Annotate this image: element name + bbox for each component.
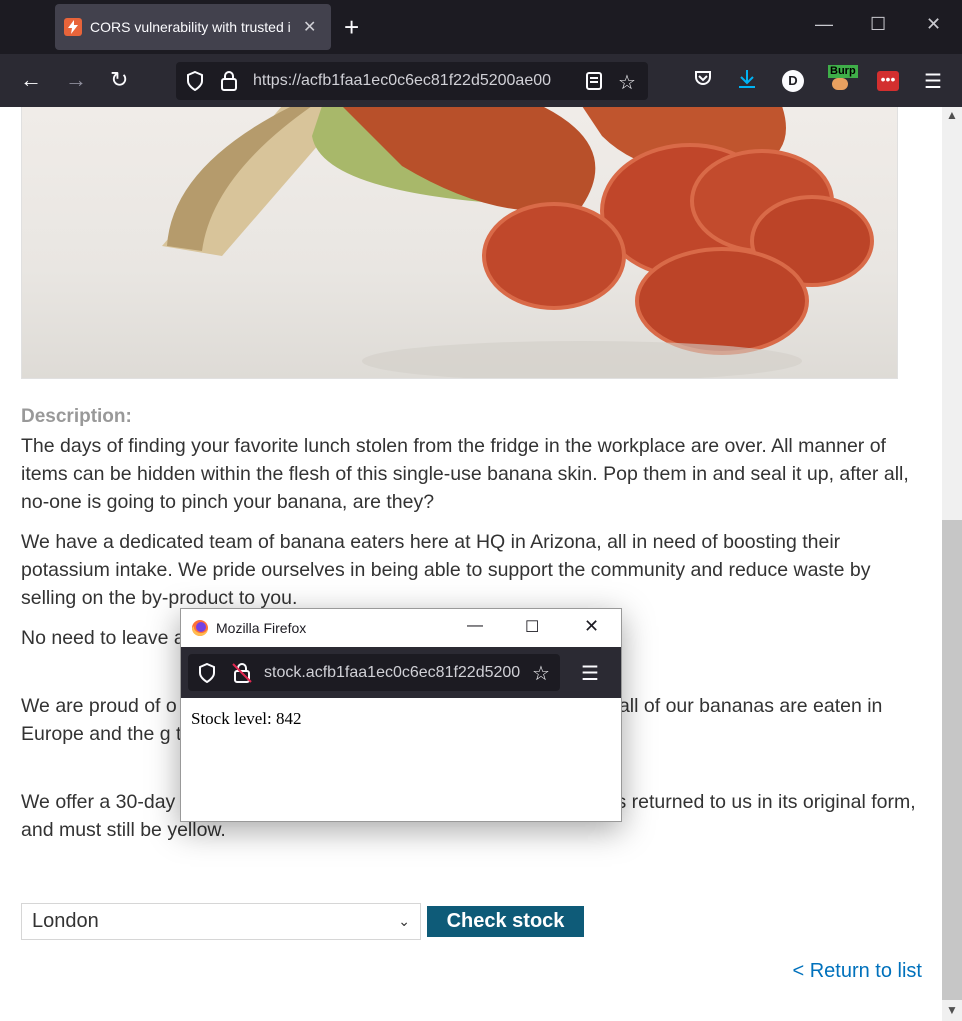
popup-window-title: Mozilla Firefox	[216, 620, 307, 636]
shield-icon[interactable]	[198, 662, 216, 688]
browser-titlebar: CORS vulnerability with trusted i ✕ + — …	[0, 0, 962, 54]
burp-badge: Burp	[828, 65, 858, 78]
popup-url-field[interactable]: stock.acfb1faa1ec0c6ec81f22d5200 ☆	[188, 654, 560, 691]
popup-address-bar: stock.acfb1faa1ec0c6ec81f22d5200 ☆ ☰	[181, 647, 621, 698]
insecure-lock-icon[interactable]	[232, 662, 252, 689]
hamburger-menu-icon[interactable]: ☰	[924, 69, 942, 94]
return-to-list-link[interactable]: < Return to list	[792, 960, 922, 983]
description-label: Description:	[21, 406, 132, 427]
store-select[interactable]: London ⌄	[21, 903, 421, 940]
lock-icon[interactable]	[220, 70, 238, 97]
reader-view-icon[interactable]	[586, 72, 602, 95]
bookmark-star-icon[interactable]: ☆	[532, 661, 550, 686]
page-viewport: Description: The days of finding your fa…	[0, 107, 942, 1021]
browser-navbar: ← → ↻ https://acfb1faa1ec0c6ec81f22d5200…	[0, 54, 962, 107]
bookmark-star-icon[interactable]: ☆	[618, 70, 636, 95]
url-text[interactable]: https://acfb1faa1ec0c6ec81f22d5200ae00	[253, 72, 575, 90]
maximize-button[interactable]: ☐	[870, 14, 886, 35]
popup-window: Mozilla Firefox — ☐ ✕ stock.acfb1faa1ec0…	[180, 608, 622, 822]
popup-minimize-button[interactable]: —	[467, 617, 483, 635]
password-manager-icon[interactable]: •••	[877, 71, 899, 91]
popup-url-text[interactable]: stock.acfb1faa1ec0c6ec81f22d5200	[264, 664, 526, 682]
reload-icon[interactable]: ↻	[110, 68, 128, 92]
stock-check-form: London ⌄ Check stock	[21, 903, 921, 943]
burp-logo-icon	[832, 78, 848, 90]
pocket-icon[interactable]	[694, 69, 712, 92]
scrollbar-thumb[interactable]	[942, 520, 962, 1000]
back-arrow-icon[interactable]: ←	[20, 68, 42, 92]
description-paragraph: We have a dedicated team of banana eater…	[21, 531, 871, 609]
burp-extension-icon[interactable]: Burp	[828, 65, 858, 90]
firefox-logo-icon	[191, 619, 209, 642]
downloads-icon[interactable]	[738, 69, 756, 94]
lab-favicon-icon	[64, 18, 82, 36]
close-window-button[interactable]: ✕	[926, 14, 941, 35]
check-stock-button[interactable]: Check stock	[427, 906, 584, 937]
hamburger-menu-icon[interactable]: ☰	[581, 661, 599, 686]
forward-arrow-icon[interactable]: →	[65, 68, 87, 92]
chevron-down-icon: ⌄	[398, 913, 410, 929]
popup-maximize-button[interactable]: ☐	[525, 617, 539, 637]
popup-titlebar: Mozilla Firefox — ☐ ✕	[181, 609, 621, 647]
minimize-button[interactable]: —	[815, 14, 833, 35]
tab-title: CORS vulnerability with trusted i	[90, 19, 291, 35]
url-bar[interactable]: https://acfb1faa1ec0c6ec81f22d5200ae00 ☆	[176, 62, 648, 100]
product-image	[21, 107, 898, 379]
popup-close-button[interactable]: ✕	[584, 616, 599, 637]
store-select-value: London	[32, 910, 99, 932]
description-paragraph: The days of finding your favorite lunch …	[21, 435, 909, 513]
tab-close-icon[interactable]: ✕	[303, 17, 316, 37]
scroll-down-icon[interactable]: ▼	[946, 1003, 958, 1017]
stock-level-text: Stock level: 842	[191, 709, 302, 728]
new-tab-button[interactable]: +	[344, 13, 359, 41]
profile-avatar[interactable]: D	[782, 70, 804, 92]
browser-tab[interactable]: CORS vulnerability with trusted i ✕	[55, 4, 331, 50]
scroll-up-icon[interactable]: ▲	[946, 108, 958, 122]
shield-icon[interactable]	[186, 70, 204, 96]
